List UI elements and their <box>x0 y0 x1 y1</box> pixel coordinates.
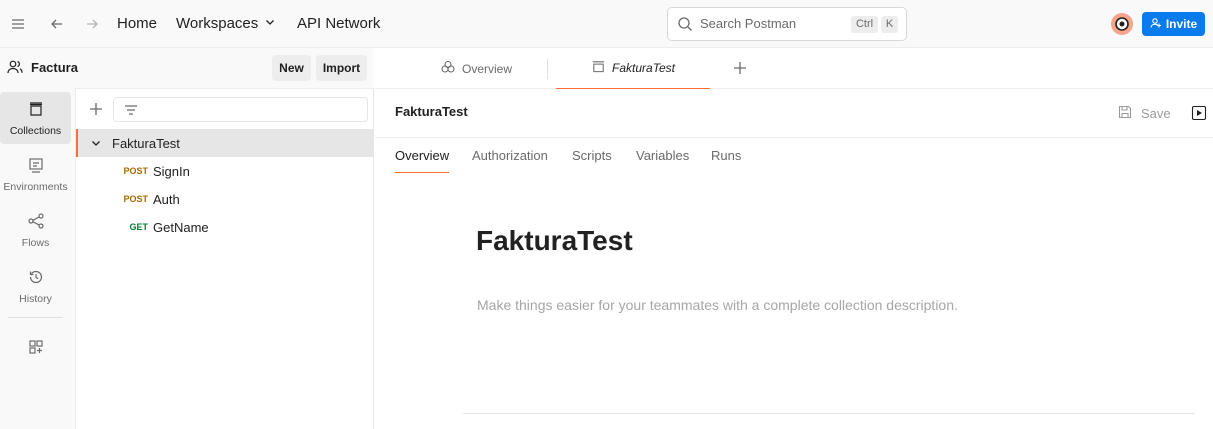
new-tab-plus-icon[interactable] <box>732 60 748 79</box>
sidebar-item-label: Collections <box>9 124 62 137</box>
content-divider <box>375 137 1213 138</box>
team-icon <box>6 58 24 79</box>
sidebar-item-collections[interactable]: Collections <box>0 92 71 144</box>
shortcut-ctrl: Ctrl <box>851 16 878 33</box>
workspace-header: Factura New Import <box>0 48 374 89</box>
collection-icon <box>591 59 606 77</box>
menu-icon[interactable] <box>6 12 30 36</box>
subtab-overview[interactable]: Overview <box>395 148 450 173</box>
tab-separator <box>547 59 548 79</box>
new-button[interactable]: New <box>272 55 311 81</box>
tree-toolbar <box>76 89 374 129</box>
sidebar-item-label: Environments <box>3 180 68 193</box>
sidebar-rail: Collections Environments Flows History <box>0 88 75 429</box>
method-badge: GET <box>129 222 148 232</box>
api-network-link[interactable]: API Network <box>297 14 380 34</box>
method-badge: POST <box>123 166 148 176</box>
collection-title[interactable]: FakturaTest <box>476 225 633 257</box>
save-button[interactable]: Save <box>1117 104 1171 123</box>
search-box[interactable]: Search Postman Ctrl K <box>667 7 907 41</box>
sidebar-item-flows[interactable]: Flows <box>0 204 71 256</box>
flows-icon <box>27 212 45 233</box>
search-placeholder: Search Postman <box>700 16 797 31</box>
invite-button[interactable]: Invite <box>1142 12 1205 36</box>
page-breadcrumb: FakturaTest <box>395 104 468 119</box>
subtab-runs[interactable]: Runs <box>711 148 741 173</box>
subtab-scripts[interactable]: Scripts <box>572 148 612 173</box>
filter-icon <box>123 102 139 121</box>
request-name: SignIn <box>153 163 190 179</box>
workspaces-menu[interactable]: Workspaces <box>176 14 276 34</box>
tab-collection[interactable]: FakturaTest <box>556 48 710 89</box>
search-icon <box>677 16 693 35</box>
tab-label: FakturaTest <box>612 61 675 75</box>
workspace-overview-icon <box>440 59 456 78</box>
subtab-authorization[interactable]: Authorization <box>472 148 548 173</box>
sidebar-item-environments[interactable]: Environments <box>0 148 71 200</box>
request-item[interactable]: POST SignIn <box>76 157 374 185</box>
method-badge: POST <box>123 194 148 204</box>
add-user-icon <box>1150 17 1162 32</box>
forward-arrow-icon[interactable] <box>80 12 104 36</box>
sidebar-item-history[interactable]: History <box>0 260 71 312</box>
chevron-down-icon[interactable] <box>90 137 102 149</box>
request-name: GetName <box>153 219 209 235</box>
save-label: Save <box>1141 106 1171 121</box>
plus-icon[interactable] <box>88 101 104 120</box>
request-name: Auth <box>153 191 180 207</box>
sidebar-item-label: Flows <box>21 236 50 249</box>
avatar[interactable] <box>1111 13 1133 35</box>
tab-bar: Overview FakturaTest <box>375 48 1213 89</box>
configure-sidebar-button[interactable] <box>0 322 71 374</box>
subtab-variables[interactable]: Variables <box>636 148 689 173</box>
collection-name: FakturaTest <box>112 135 180 151</box>
tab-overview[interactable]: Overview <box>411 48 541 89</box>
import-button[interactable]: Import <box>316 55 367 81</box>
workspace-name[interactable]: Factura <box>31 60 78 75</box>
request-item[interactable]: GET GetName <box>76 213 374 241</box>
sidebar-item-label: History <box>19 292 52 305</box>
home-link[interactable]: Home <box>117 14 157 34</box>
workspaces-label: Workspaces <box>176 15 259 32</box>
back-arrow-icon[interactable] <box>45 12 69 36</box>
save-icon <box>1117 104 1133 123</box>
environments-icon <box>27 156 45 177</box>
chevron-down-icon <box>264 14 276 34</box>
tab-label: Overview <box>461 61 512 76</box>
collections-sidebar: FakturaTest POST SignIn POST Auth GET Ge… <box>75 89 374 429</box>
collections-icon <box>27 100 45 121</box>
run-icon[interactable] <box>1191 105 1207 124</box>
rail-divider <box>8 317 63 318</box>
collection-item[interactable]: FakturaTest <box>76 129 374 157</box>
filter-input[interactable] <box>113 97 368 122</box>
history-icon <box>27 268 45 289</box>
section-divider <box>463 413 1195 414</box>
shortcut-k: K <box>881 16 898 33</box>
top-bar: Home Workspaces API Network Search Postm… <box>0 0 1213 48</box>
invite-label: Invite <box>1165 17 1198 31</box>
add-app-icon <box>27 338 45 359</box>
request-item[interactable]: POST Auth <box>76 185 374 213</box>
description-field[interactable]: Make things easier for your teammates wi… <box>477 297 958 313</box>
